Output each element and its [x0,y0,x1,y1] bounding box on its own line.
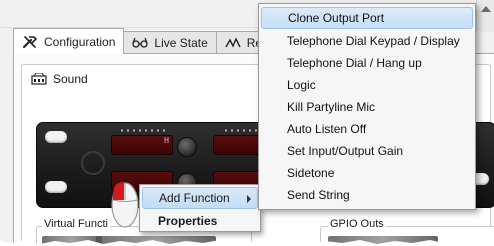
properties-menu-item[interactable]: Properties [142,210,258,232]
tools-icon [22,35,38,48]
chevron-up-icon [481,6,491,12]
channel-display: H [111,135,173,155]
menu-item-set-gain[interactable]: Set Input/Output Gain [261,140,473,162]
knob-ring [81,151,105,175]
group-label: Sound [53,72,88,86]
virtual-functions-label: Virtual Functi [42,218,110,230]
menu-item-label: Properties [158,214,218,228]
device-icon [31,73,47,85]
menu-item-label: Sidetone [287,166,335,180]
menu-item-label: Kill Partyline Mic [287,100,376,114]
menu-item-logic[interactable]: Logic [261,74,473,96]
menu-item-send-string[interactable]: Send String [261,184,473,206]
tab-live-state[interactable]: Live State [123,31,217,54]
add-function-submenu: Clone Output Port Telephone Dial Keypad … [258,3,476,210]
tab-label: Live State [154,36,208,50]
tab-label: Configuration [44,34,116,49]
menu-item-label: Add Function [159,191,230,205]
menu-item-label: Clone Output Port [288,11,385,25]
display-char: H [164,136,169,145]
menu-item-label: Telephone Dial / Hang up [287,56,422,70]
add-function-menu-item[interactable]: Add Function [142,187,258,209]
status-led [45,181,67,193]
menu-item-clone-output-port[interactable]: Clone Output Port [261,7,473,29]
signal-icon [225,37,241,48]
menu-item-label: Auto Listen Off [287,122,367,136]
menu-item-telephone-dial-keypad[interactable]: Telephone Dial Keypad / Display [261,30,473,52]
group-title: Sound [31,72,88,86]
menu-item-label: Telephone Dial Keypad / Display [287,34,460,48]
tab-configuration[interactable]: Configuration [13,28,125,54]
menu-item-telephone-dial-hangup[interactable]: Telephone Dial / Hang up [261,52,473,74]
menu-item-kill-partyline-mic[interactable]: Kill Partyline Mic [261,96,473,118]
menu-item-label: Set Input/Output Gain [287,144,404,158]
scroll-up-button[interactable] [476,0,494,32]
mouse-icon [111,182,139,228]
glasses-icon [132,37,149,48]
chevron-right-icon [247,195,251,203]
gpio-outs-label: GPIO Outs [328,218,386,230]
torn-edge [0,240,494,246]
status-led [45,131,67,143]
context-menu: Add Function Properties [139,184,261,232]
menu-item-label: Logic [287,78,316,92]
volume-knob[interactable] [177,137,197,157]
level-meter [119,129,167,132]
menu-item-sidetone[interactable]: Sidetone [261,162,473,184]
menu-item-label: Send String [287,188,350,202]
menu-item-auto-listen-off[interactable]: Auto Listen Off [261,118,473,140]
tab-strip: Configuration Live State Remo [13,28,288,54]
